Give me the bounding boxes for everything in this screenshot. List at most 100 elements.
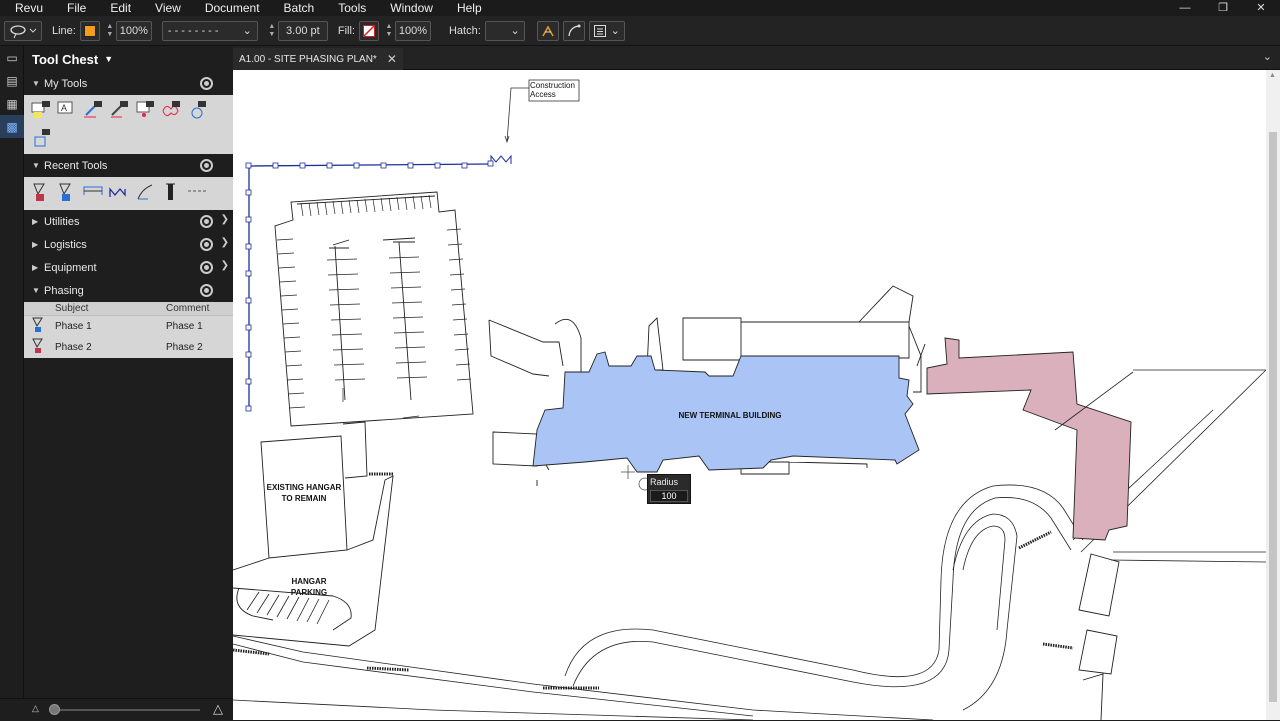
phase-2-building[interactable] (926, 337, 1132, 541)
line-color-picker[interactable] (79, 20, 100, 41)
close-icon[interactable]: ✕ (387, 52, 397, 66)
section-logistics[interactable]: ▶ Logistics ❯ (24, 233, 233, 256)
menu-tools[interactable]: Tools (326, 1, 378, 15)
line-width-field[interactable]: 3.00 pt (277, 20, 328, 41)
fill-label: Fill: (337, 24, 355, 37)
callout-tool-icon[interactable] (82, 99, 104, 121)
line-opacity-field[interactable]: 100% (115, 20, 152, 41)
drawing-canvas[interactable]: Construction Access NEW TERMINAL BUILDIN… (233, 70, 1266, 720)
table-row[interactable]: Phase 1 Phase 1 (24, 316, 233, 337)
text-tool-icon[interactable]: A (56, 99, 78, 121)
parking-stalls (276, 194, 472, 419)
new-terminal-label: NEW TERMINAL BUILDING (678, 411, 782, 420)
line-style-dropdown[interactable]: - - - - - - - - ⌄ (161, 20, 258, 41)
line-tool-icon[interactable] (186, 181, 208, 203)
gear-icon[interactable] (200, 215, 213, 228)
table-row[interactable]: Phase 2 Phase 2 (24, 337, 233, 358)
fence-line-tool-icon[interactable] (108, 181, 130, 203)
section-utilities[interactable]: ▶ Utilities ❯ (24, 210, 233, 233)
thumbnails-icon[interactable]: ▭ (0, 46, 24, 69)
fill-opacity-field[interactable]: 100% (394, 20, 431, 41)
menu-edit[interactable]: Edit (98, 1, 143, 15)
highlight-tool-icon[interactable] (30, 99, 52, 121)
section-label: Utilities (44, 215, 80, 228)
tool-chest-title-text: Tool Chest (32, 51, 99, 67)
svg-text:A: A (61, 103, 67, 113)
tool-chest-icon[interactable]: ▩ (0, 115, 24, 138)
hatch-dropdown[interactable]: ⌄ (484, 20, 525, 41)
menu-revu[interactable]: Revu (0, 1, 55, 15)
scrollbar-thumb[interactable] (1269, 132, 1277, 702)
tool-chest-panel: Tool Chest ▼ ▼ My Tools A ▼ Recent Tools… (24, 46, 233, 720)
barrier-tool-icon[interactable] (160, 181, 182, 203)
tool-chest-title[interactable]: Tool Chest ▼ (24, 46, 233, 72)
window-controls: — ❐ ✕ (1166, 0, 1280, 16)
gear-icon[interactable] (200, 261, 213, 274)
section-my-tools[interactable]: ▼ My Tools (24, 72, 233, 95)
scroll-up-icon[interactable]: ▲ (1269, 72, 1276, 79)
hangar-parking-label: HANGAR PARKING (290, 577, 328, 597)
column-comment[interactable]: Comment (166, 303, 233, 314)
callout-text[interactable]: Construction Access (530, 81, 579, 99)
chevron-down-icon[interactable]: ⌄ (1263, 50, 1272, 63)
layers-icon[interactable]: ▦ (0, 92, 24, 115)
bookmarks-icon[interactable]: ▤ (0, 69, 24, 92)
brush-tool-button[interactable] (536, 20, 559, 41)
dimension-tool-icon[interactable] (82, 181, 104, 203)
tool-size-slider-bar: △ △ (0, 698, 233, 720)
gear-icon[interactable] (200, 77, 213, 90)
row-comment: Phase 1 (166, 321, 203, 332)
circle-tool-icon[interactable] (186, 99, 208, 121)
chevron-right-icon[interactable]: ❯ (221, 260, 229, 271)
fill-opacity-stepper[interactable]: ▲ ▼ (383, 21, 395, 41)
pen-tool-icon[interactable] (108, 99, 130, 121)
no-fill-icon (362, 24, 375, 37)
chevron-down-icon: ▼ (32, 79, 40, 88)
phase-1-icon (32, 317, 43, 332)
menu-bar: Revu File Edit View Document Batch Tools… (0, 0, 1280, 16)
chevron-down-icon: ⌄ (610, 25, 620, 37)
column-subject[interactable]: Subject (44, 303, 166, 314)
document-tab[interactable]: A1.00 - SITE PHASING PLAN* ✕ (233, 48, 403, 70)
minimize-icon[interactable]: — (1166, 0, 1204, 16)
size-slider-handle[interactable] (49, 704, 60, 715)
line-width-stepper[interactable]: ▲ ▼ (266, 21, 278, 41)
gear-icon[interactable] (200, 238, 213, 251)
phase-1-tool-icon[interactable] (30, 181, 52, 203)
section-label: Equipment (44, 261, 97, 274)
phase-2-tool-icon[interactable] (56, 181, 78, 203)
chevron-right-icon[interactable]: ❯ (221, 237, 229, 248)
section-phasing[interactable]: ▼ Phasing (24, 279, 233, 302)
restore-icon[interactable]: ❐ (1204, 0, 1242, 16)
measure-tool-icon[interactable] (134, 181, 156, 203)
chevron-right-icon[interactable]: ❯ (221, 214, 229, 225)
gear-icon[interactable] (200, 284, 213, 297)
chevron-down-icon: ⌄ (510, 25, 520, 37)
line-opacity-stepper[interactable]: ▲ ▼ (104, 21, 116, 41)
menu-file[interactable]: File (55, 1, 98, 15)
section-equipment[interactable]: ▶ Equipment ❯ (24, 256, 233, 279)
properties-menu-button[interactable]: ⌄ (588, 20, 625, 41)
menu-window[interactable]: Window (378, 1, 445, 15)
fill-color-picker[interactable] (358, 20, 379, 41)
rectangle-tool-icon[interactable] (30, 127, 52, 149)
document-tab-bar: A1.00 - SITE PHASING PLAN* ✕ ⌄ (233, 46, 1280, 70)
tool-selector-dropdown[interactable] (4, 20, 42, 41)
menu-view[interactable]: View (143, 1, 193, 15)
radius-input[interactable]: 100 (650, 490, 688, 502)
menu-batch[interactable]: Batch (272, 1, 327, 15)
properties-toolbar: Line: ▲ ▼ 100% - - - - - - - - ⌄ ▲ ▼ 3.00 … (0, 16, 1280, 46)
close-window-icon[interactable]: ✕ (1242, 0, 1280, 16)
curve-tool-button[interactable] (562, 20, 585, 41)
menu-help[interactable]: Help (445, 1, 494, 15)
size-slider-track[interactable] (50, 709, 200, 711)
menu-document[interactable]: Document (193, 1, 272, 15)
section-recent-tools[interactable]: ▼ Recent Tools (24, 154, 233, 177)
cloud-tool-icon[interactable] (160, 99, 182, 121)
chevron-down-icon: ▼ (32, 286, 40, 295)
gear-icon[interactable] (200, 159, 213, 172)
large-triangle-icon: △ (213, 701, 223, 716)
note-tool-icon[interactable] (134, 99, 156, 121)
vertical-scrollbar[interactable]: ▲ (1266, 70, 1280, 720)
fence-markup[interactable] (245, 154, 512, 412)
